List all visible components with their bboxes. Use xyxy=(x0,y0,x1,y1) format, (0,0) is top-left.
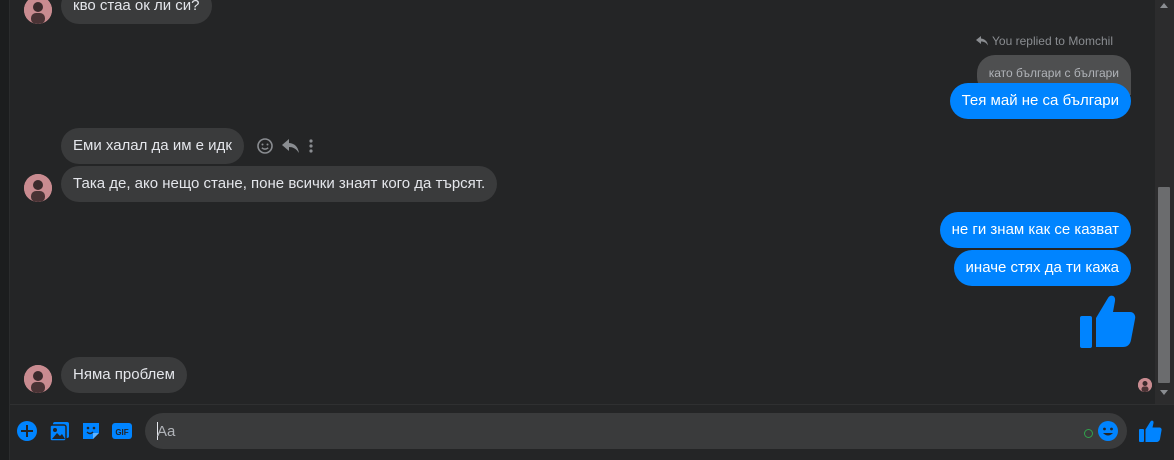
message-input-wrapper[interactable] xyxy=(145,413,1127,449)
message-bubble-incoming[interactable]: Така де, ако нещо стане, поне всички зна… xyxy=(61,166,498,202)
message-actions xyxy=(256,137,314,155)
scroll-up-arrow[interactable] xyxy=(1160,3,1168,8)
sticker-icon[interactable] xyxy=(80,420,102,442)
message-bubble-outgoing[interactable]: иначе стях да ти кажа xyxy=(953,250,1131,286)
reply-label-text: You replied to Momchil xyxy=(992,34,1113,48)
more-icon[interactable] xyxy=(308,138,314,154)
avatar[interactable] xyxy=(24,365,52,393)
quoted-text: като българи с българи xyxy=(988,66,1119,80)
reply-indicator: You replied to Momchil xyxy=(976,34,1113,48)
reply-icon[interactable] xyxy=(282,138,300,154)
scrollbar[interactable] xyxy=(1155,0,1174,404)
message-text: Няма проблем xyxy=(73,366,175,383)
image-icon[interactable] xyxy=(49,420,71,442)
message-bubble-outgoing[interactable]: не ги знам как се казват xyxy=(939,212,1131,248)
window-edge xyxy=(0,0,10,460)
reply-icon xyxy=(976,36,989,46)
react-icon[interactable] xyxy=(256,137,274,155)
message-text: Еми халал да им е идк xyxy=(73,137,232,154)
message-bubble-incoming[interactable]: кво стаа ок ли си? xyxy=(61,0,212,24)
avatar[interactable] xyxy=(24,174,52,202)
emoji-icon[interactable] xyxy=(1097,420,1119,442)
thumbs-up-icon[interactable] xyxy=(1078,292,1136,350)
scroll-down-arrow[interactable] xyxy=(1160,390,1168,395)
thumbs-up-icon[interactable] xyxy=(1138,419,1162,443)
message-input[interactable] xyxy=(157,413,1057,449)
scrollbar-thumb[interactable] xyxy=(1158,187,1170,383)
message-bubble-incoming[interactable]: Няма проблем xyxy=(61,357,187,393)
plus-icon[interactable] xyxy=(16,420,38,442)
message-bubble-incoming[interactable]: Еми халал да им е идк xyxy=(61,128,244,164)
message-text: Така де, ако нещо стане, поне всички зна… xyxy=(73,175,486,192)
composer-bar: GIF xyxy=(10,404,1174,460)
conversation-panel: кво стаа ок ли си? You replied to Momchi… xyxy=(10,0,1155,404)
gif-icon[interactable]: GIF xyxy=(111,420,133,442)
status-dot xyxy=(1084,429,1093,438)
avatar[interactable] xyxy=(24,0,52,24)
message-text: Тея май не са българи xyxy=(961,92,1119,109)
seen-indicator-avatar xyxy=(1138,378,1152,392)
message-text: кво стаа ок ли си? xyxy=(73,0,200,14)
message-text: иначе стях да ти кажа xyxy=(965,259,1119,276)
message-bubble-outgoing[interactable]: Тея май не са българи xyxy=(949,83,1131,119)
message-text: не ги знам как се казват xyxy=(951,221,1119,238)
svg-text:GIF: GIF xyxy=(115,428,128,437)
